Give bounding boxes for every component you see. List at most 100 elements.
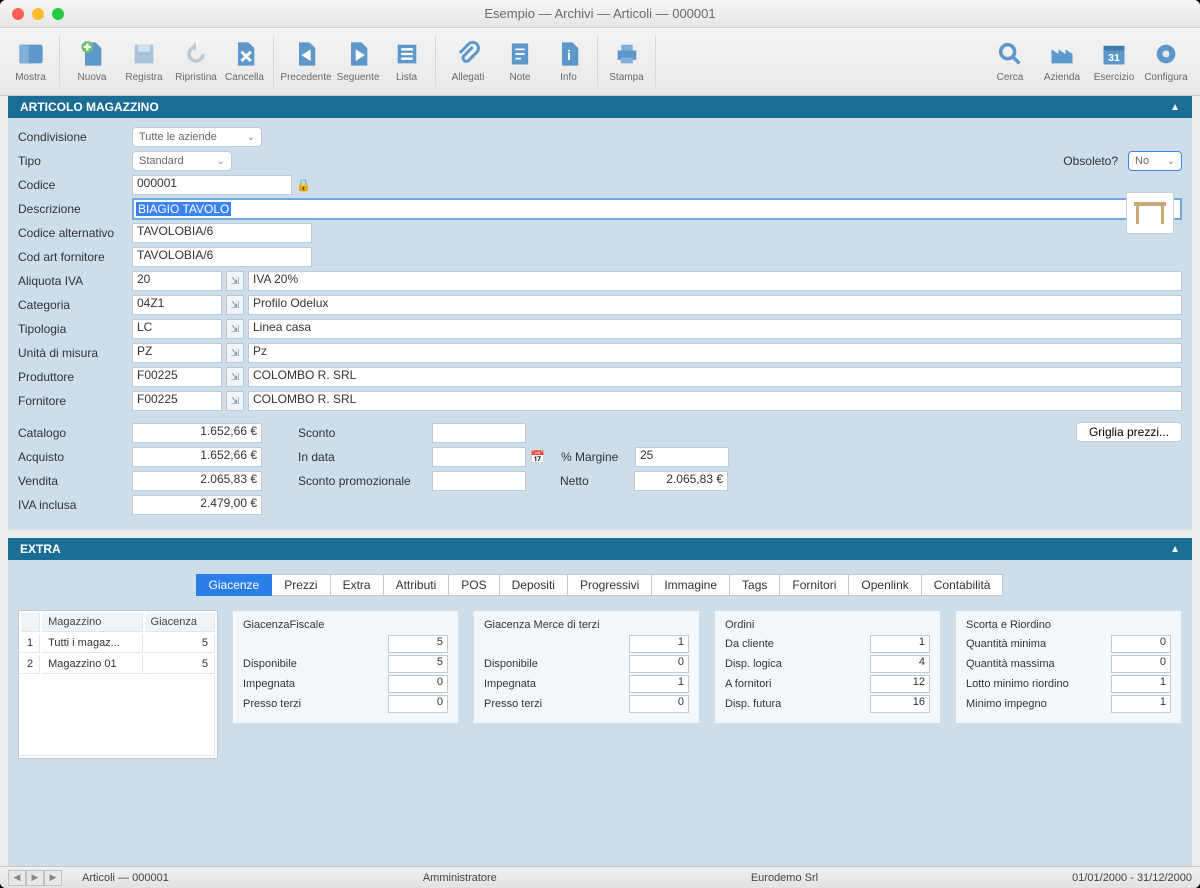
tab-prezzi[interactable]: Prezzi — [271, 574, 330, 596]
codalt-input[interactable]: TAVOLOBIA/6 — [132, 223, 312, 243]
indata-input[interactable] — [432, 447, 526, 467]
calendar-picker-icon[interactable]: 📅 — [530, 450, 545, 464]
minimize-icon[interactable] — [32, 8, 44, 20]
stock-table[interactable]: MagazzinoGiacenza 1Tutti i magaz...5 2Ma… — [18, 610, 218, 759]
tab-fornitori[interactable]: Fornitori — [779, 574, 849, 596]
close-icon[interactable] — [12, 8, 24, 20]
configura-button[interactable]: Configura — [1140, 36, 1192, 87]
descrizione-input[interactable]: BIAGIO TAVOLO — [132, 198, 1182, 220]
section-articolo-header[interactable]: ARTICOLO MAGAZZINO ▲ — [8, 96, 1192, 118]
fiscale-disp: 5 — [388, 655, 448, 673]
tab-giacenze[interactable]: Giacenze — [196, 574, 273, 596]
codforn-input[interactable]: TAVOLOBIA/6 — [132, 247, 312, 267]
scorta-qmax[interactable]: 0 — [1111, 655, 1171, 673]
fornitore-lookup-button[interactable]: ⇲ — [226, 391, 244, 411]
scorta-lotto[interactable]: 1 — [1111, 675, 1171, 693]
seguente-button[interactable]: Seguente — [332, 36, 384, 87]
tab-immagine[interactable]: Immagine — [651, 574, 730, 596]
scorta-minimp[interactable]: 1 — [1111, 695, 1171, 713]
ivainclusa-input[interactable]: 2.479,00 € — [132, 495, 262, 515]
obsoleto-select[interactable]: No — [1128, 151, 1182, 171]
allegati-label: Allegati — [452, 72, 485, 83]
tab-attributi[interactable]: Attributi — [383, 574, 450, 596]
note-button[interactable]: Note — [494, 36, 546, 87]
netto-label: Netto — [560, 474, 630, 488]
lista-button[interactable]: Lista — [384, 36, 436, 87]
section-articolo-title: ARTICOLO MAGAZZINO — [20, 100, 159, 114]
product-thumbnail[interactable] — [1126, 192, 1174, 234]
fornitore-code-input[interactable]: F00225 — [132, 391, 222, 411]
produttore-code-input[interactable]: F00225 — [132, 367, 222, 387]
precedente-button[interactable]: Precedente — [280, 36, 332, 87]
cancella-button[interactable]: Cancella — [222, 36, 274, 87]
scorta-qmin-label: Quantità minima — [966, 638, 1046, 650]
azienda-label: Azienda — [1044, 72, 1080, 83]
um-code-input[interactable]: PZ — [132, 343, 222, 363]
iva-code-input[interactable]: 20 — [132, 271, 222, 291]
table-row[interactable]: 2Magazzino 015 — [21, 655, 215, 674]
vendita-input[interactable]: 2.065,83 € — [132, 471, 262, 491]
stampa-button[interactable]: Stampa — [604, 36, 656, 87]
produttore-lookup-button[interactable]: ⇲ — [226, 367, 244, 387]
info-label: Info — [560, 72, 577, 83]
nuova-button[interactable]: Nuova — [66, 36, 118, 87]
tab-extra[interactable]: Extra — [330, 574, 384, 596]
margine-input[interactable]: 25 — [635, 447, 729, 467]
factory-icon — [1048, 40, 1076, 68]
col-magazzino: Magazzino — [42, 613, 142, 632]
terzi-presso-label: Presso terzi — [484, 698, 542, 710]
info-button[interactable]: i Info — [546, 36, 598, 87]
tipologia-code-input[interactable]: LC — [132, 319, 222, 339]
scorta-minimp-label: Minimo impegno — [966, 698, 1047, 710]
acquisto-input[interactable]: 1.652,66 € — [132, 447, 262, 467]
ripristina-button[interactable]: Ripristina — [170, 36, 222, 87]
tab-depositi[interactable]: Depositi — [499, 574, 568, 596]
stampa-label: Stampa — [609, 72, 643, 83]
categoria-code-input[interactable]: 04Z1 — [132, 295, 222, 315]
layout-icon — [17, 40, 45, 68]
sconto-input[interactable] — [432, 423, 526, 443]
griglia-prezzi-button[interactable]: Griglia prezzi... — [1076, 422, 1182, 442]
save-icon — [130, 40, 158, 68]
tipologia-desc: Linea casa — [248, 319, 1182, 339]
scorta-box: Scorta e Riordino Quantità minima0 Quant… — [955, 610, 1182, 724]
terzi-title: Giacenza Merce di terzi — [484, 619, 689, 631]
catalogo-input[interactable]: 1.652,66 € — [132, 423, 262, 443]
tab-openlink[interactable]: Openlink — [848, 574, 921, 596]
um-lookup-button[interactable]: ⇲ — [226, 343, 244, 363]
esercizio-button[interactable]: 31 Esercizio — [1088, 36, 1140, 87]
tipo-label: Tipo — [18, 154, 128, 168]
sconto-label: Sconto — [298, 426, 428, 440]
fornitore-desc: COLOMBO R. SRL — [248, 391, 1182, 411]
iva-label: Aliquota IVA — [18, 274, 128, 288]
status-doc: Articoli — 000001 — [82, 872, 169, 884]
table-row[interactable]: 1Tutti i magaz...5 — [21, 634, 215, 653]
tab-pos[interactable]: POS — [448, 574, 499, 596]
nav-prev-button[interactable]: ▶ — [26, 870, 44, 886]
tipologia-lookup-button[interactable]: ⇲ — [226, 319, 244, 339]
azienda-button[interactable]: Azienda — [1036, 36, 1088, 87]
condivisione-select[interactable]: Tutte le aziende — [132, 127, 262, 147]
codice-input[interactable]: 000001 — [132, 175, 292, 195]
terzi-presso: 0 — [629, 695, 689, 713]
categoria-lookup-button[interactable]: ⇲ — [226, 295, 244, 315]
zoom-icon[interactable] — [52, 8, 64, 20]
promo-input[interactable] — [432, 471, 526, 491]
registra-button[interactable]: Registra — [118, 36, 170, 87]
tab-progressivi[interactable]: Progressivi — [567, 574, 652, 596]
ordini-afornitori: 12 — [870, 675, 930, 693]
codalt-label: Codice alternativo — [18, 226, 128, 240]
iva-lookup-button[interactable]: ⇲ — [226, 271, 244, 291]
fiscale-title: GiacenzaFiscale — [243, 619, 448, 631]
scorta-qmin[interactable]: 0 — [1111, 635, 1171, 653]
nav-next-button[interactable]: ▶ — [44, 870, 62, 886]
cerca-button[interactable]: Cerca — [984, 36, 1036, 87]
tipo-select[interactable]: Standard — [132, 151, 232, 171]
mostra-button[interactable]: Mostra — [8, 36, 60, 87]
tab-tags[interactable]: Tags — [729, 574, 780, 596]
tab-contabilita[interactable]: Contabilità — [921, 574, 1004, 596]
allegati-button[interactable]: Allegati — [442, 36, 494, 87]
nav-first-button[interactable]: ◀ — [8, 870, 26, 886]
section-extra-header[interactable]: EXTRA ▲ — [8, 538, 1192, 560]
cerca-label: Cerca — [997, 72, 1024, 83]
